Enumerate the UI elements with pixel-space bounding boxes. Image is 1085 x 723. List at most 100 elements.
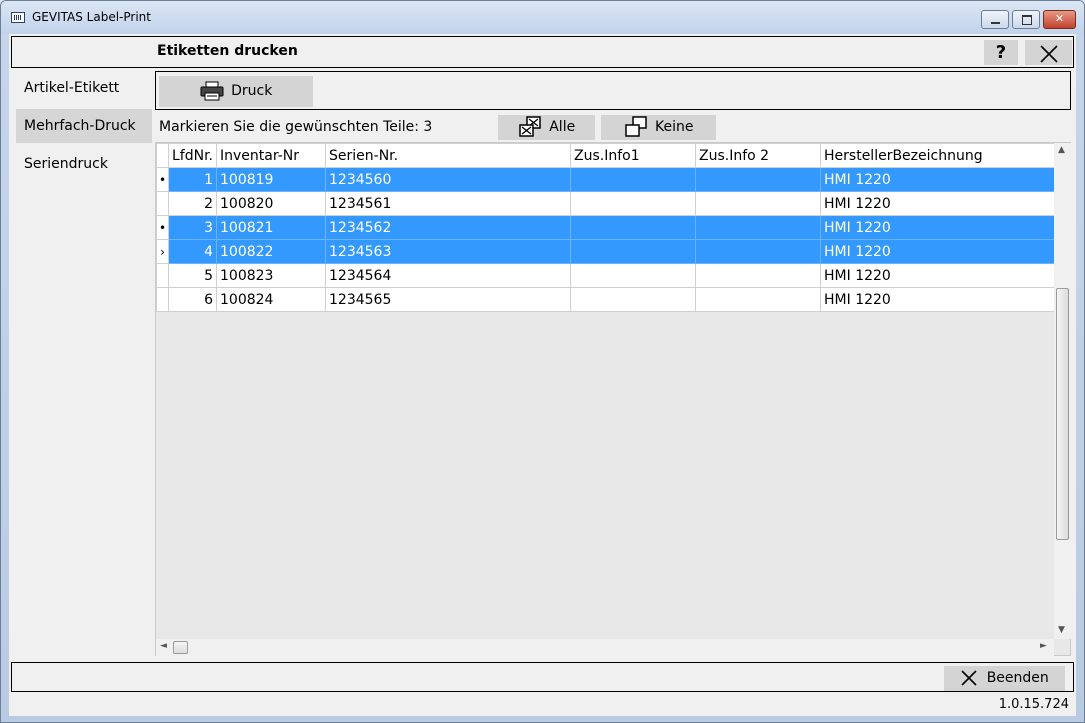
table-cell[interactable] [695, 239, 822, 264]
row-indicator [156, 263, 169, 288]
sidebar-item-label: Artikel-Etikett [24, 80, 120, 96]
print-button[interactable]: Druck [159, 76, 313, 107]
table-row[interactable]: 5 100823 1234564 HMI 1220 [156, 263, 1060, 288]
printer-icon [200, 81, 224, 101]
scroll-left-icon[interactable]: ◄ [160, 641, 167, 651]
scroll-up-icon[interactable]: ▲ [1058, 145, 1065, 155]
parts-grid: LfdNr. Inventar-Nr Serien-Nr. Zus.Info1 … [155, 142, 1071, 656]
row-indicator: • [156, 167, 169, 192]
table-cell[interactable]: HMI 1220 [820, 167, 1060, 192]
window-close-button[interactable]: ✕ [1043, 10, 1076, 29]
table-cell[interactable] [570, 191, 697, 216]
table-cell[interactable] [695, 191, 822, 216]
help-button[interactable]: ? [984, 40, 1018, 65]
scroll-down-icon[interactable]: ▼ [1058, 625, 1065, 635]
print-button-label: Druck [231, 83, 273, 99]
selection-row: Markieren Sie die gewünschten Teile: 3 A… [155, 114, 1071, 140]
barcode-icon [11, 12, 25, 23]
vertical-scrollbar[interactable]: ▲ ▼ [1054, 143, 1071, 639]
table-cell[interactable]: 3 [167, 215, 218, 240]
table-cell[interactable]: HMI 1220 [820, 239, 1060, 264]
table-cell[interactable]: 100823 [216, 263, 327, 288]
select-none-icon [624, 116, 647, 137]
table-cell[interactable] [570, 287, 697, 312]
table-cell[interactable]: 1234562 [325, 215, 572, 240]
table-cell[interactable] [695, 263, 822, 288]
table-cell[interactable]: HMI 1220 [820, 215, 1060, 240]
table-header-row: LfdNr. Inventar-Nr Serien-Nr. Zus.Info1 … [156, 143, 1060, 168]
sidebar-item-seriendruck[interactable]: Seriendruck [16, 147, 152, 181]
table-cell[interactable] [570, 215, 697, 240]
table-cell[interactable] [570, 239, 697, 264]
table-cell[interactable]: 100822 [216, 239, 327, 264]
close-icon [1039, 44, 1058, 63]
horizontal-scrollbar[interactable]: ◄ ► [156, 639, 1054, 656]
footer-bar: Beenden [11, 662, 1074, 692]
table-cell[interactable]: 6 [167, 287, 218, 312]
table-cell[interactable]: 2 [167, 191, 218, 216]
table-cell[interactable]: HMI 1220 [820, 287, 1060, 312]
table-cell[interactable]: 5 [167, 263, 218, 288]
row-indicator: • [156, 215, 169, 240]
sidebar: Artikel-Etikett Mehrfach-Druck Seriendru… [16, 71, 152, 185]
column-header[interactable]: LfdNr. [167, 143, 218, 168]
table-row[interactable]: › 4 100822 1234563 HMI 1220 [156, 239, 1060, 264]
table-cell[interactable]: 100820 [216, 191, 327, 216]
maximize-button[interactable] [1012, 10, 1040, 29]
close-icon [961, 670, 977, 686]
sidebar-item-label: Mehrfach-Druck [24, 118, 136, 134]
table-cell[interactable]: 100819 [216, 167, 327, 192]
table-cell[interactable] [570, 167, 697, 192]
table-cell[interactable] [695, 167, 822, 192]
title-bar[interactable]: GEVITAS Label-Print ✕ [1, 1, 1084, 34]
column-header[interactable]: Zus.Info 2 [695, 143, 822, 168]
table-cell[interactable] [695, 215, 822, 240]
sidebar-item-mehrfach-druck[interactable]: Mehrfach-Druck [16, 109, 152, 143]
header-bar: Etiketten drucken ? [11, 36, 1074, 68]
table-row[interactable]: 6 100824 1234565 HMI 1220 [156, 287, 1060, 312]
table-row[interactable]: 2 100820 1234561 HMI 1220 [156, 191, 1060, 216]
exit-button-label: Beenden [986, 670, 1049, 686]
column-header[interactable]: HerstellerBezeichnung [820, 143, 1060, 168]
close-button[interactable] [1025, 40, 1072, 65]
sidebar-item-label: Seriendruck [24, 156, 108, 172]
table-cell[interactable]: 1234564 [325, 263, 572, 288]
table-cell[interactable] [695, 287, 822, 312]
column-header[interactable]: Zus.Info1 [570, 143, 697, 168]
table-row[interactable]: • 3 100821 1234562 HMI 1220 [156, 215, 1060, 240]
horizontal-scroll-thumb[interactable] [173, 641, 188, 654]
window-title: GEVITAS Label-Print [32, 10, 151, 24]
selection-count-text: Markieren Sie die gewünschten Teile: 3 [159, 119, 433, 135]
app-window: GEVITAS Label-Print ✕ Etiketten drucken … [0, 0, 1085, 723]
table-cell[interactable]: 4 [167, 239, 218, 264]
table-row[interactable]: • 1 100819 1234560 HMI 1220 [156, 167, 1060, 192]
row-indicator [156, 287, 169, 312]
exit-button[interactable]: Beenden [944, 666, 1065, 691]
select-none-button[interactable]: Keine [601, 115, 716, 140]
client-area: Etiketten drucken ? Artikel-Etikett Mehr… [9, 34, 1076, 716]
table-cell[interactable]: 100824 [216, 287, 327, 312]
sidebar-item-artikel-etikett[interactable]: Artikel-Etikett [16, 71, 152, 105]
row-indicator [156, 191, 169, 216]
table-cell[interactable]: 1234565 [325, 287, 572, 312]
vertical-scroll-thumb[interactable] [1056, 288, 1069, 540]
toolbar: Druck [155, 71, 1071, 110]
table-cell[interactable]: 1234563 [325, 239, 572, 264]
column-header[interactable]: Inventar-Nr [216, 143, 327, 168]
select-none-label: Keine [654, 119, 694, 135]
parts-table: LfdNr. Inventar-Nr Serien-Nr. Zus.Info1 … [156, 143, 1060, 312]
select-all-icon [519, 116, 541, 137]
version-label: 1.0.15.724 [998, 697, 1069, 712]
table-cell[interactable]: HMI 1220 [820, 191, 1060, 216]
table-cell[interactable]: 1 [167, 167, 218, 192]
scroll-right-icon[interactable]: ► [1040, 641, 1047, 651]
table-cell[interactable]: HMI 1220 [820, 263, 1060, 288]
row-indicator-header [156, 143, 169, 168]
table-cell[interactable]: 100821 [216, 215, 327, 240]
column-header[interactable]: Serien-Nr. [325, 143, 572, 168]
table-cell[interactable]: 1234561 [325, 191, 572, 216]
select-all-button[interactable]: Alle [498, 115, 595, 140]
minimize-button[interactable] [981, 10, 1009, 29]
table-cell[interactable] [570, 263, 697, 288]
table-cell[interactable]: 1234560 [325, 167, 572, 192]
